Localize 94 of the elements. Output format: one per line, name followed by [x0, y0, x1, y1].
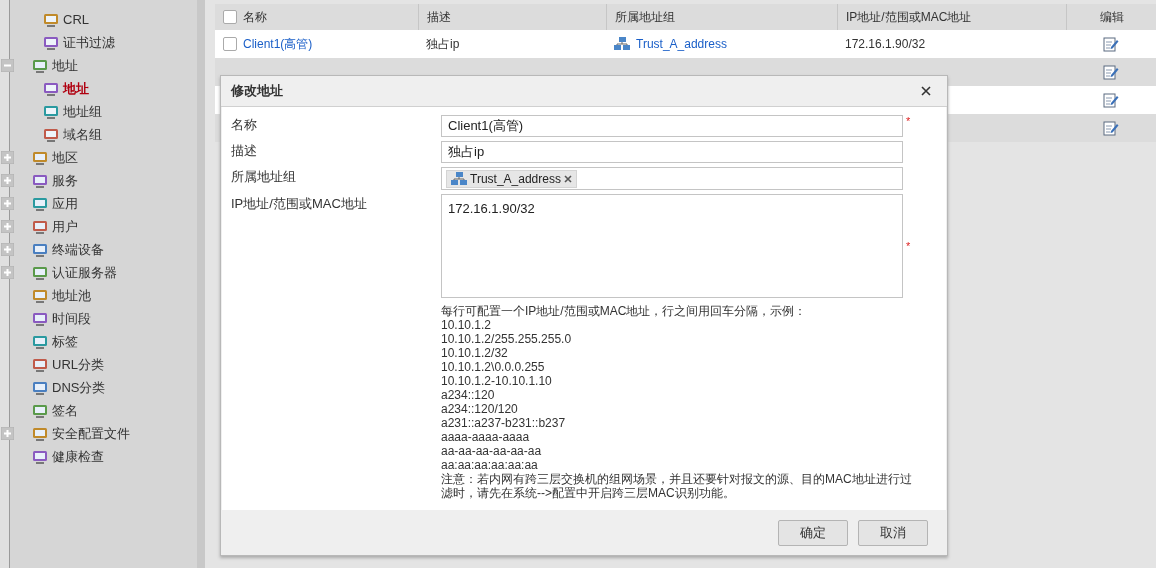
- input-field[interactable]: 172.16.1.90/32: [441, 194, 903, 298]
- node-icon: [32, 379, 48, 396]
- node-icon: [32, 448, 48, 465]
- help-line: 10.10.1.2/32: [441, 346, 509, 360]
- node-icon: [43, 34, 59, 51]
- expand-toggle[interactable]: [1, 151, 14, 164]
- required-marker: *: [906, 115, 911, 127]
- tree-item[interactable]: URL分类: [52, 355, 104, 374]
- tree-item[interactable]: 应用: [52, 194, 78, 213]
- tree-item[interactable]: 认证服务器: [52, 263, 117, 282]
- input-field[interactable]: 独占ip: [441, 141, 903, 163]
- node-icon: [32, 356, 48, 373]
- tree-item[interactable]: 地址池: [52, 286, 91, 305]
- node-icon: [32, 425, 48, 442]
- tree-item[interactable]: 域名组: [63, 125, 102, 144]
- help-line: aa:aa:aa:aa:aa:aa: [441, 458, 539, 472]
- tree-item[interactable]: 证书过滤: [63, 33, 115, 52]
- tag[interactable]: Trust_A_address: [446, 169, 577, 188]
- network-icon: [451, 171, 467, 186]
- table-cell: 独占ip: [426, 35, 460, 53]
- field-label: 所属地址组: [231, 168, 297, 186]
- help-line: 10.10.1.2\0.0.0.255: [441, 360, 546, 374]
- expand-toggle[interactable]: [1, 220, 14, 233]
- table-cell: 172.16.1.90/32: [845, 37, 926, 51]
- expand-toggle[interactable]: [1, 59, 14, 72]
- help-line: aaaa-aaaa-aaaa: [441, 430, 531, 444]
- close-icon[interactable]: [921, 86, 931, 96]
- name-link[interactable]: Client1(高管): [243, 35, 313, 53]
- help-line: a234::120/120: [441, 402, 519, 416]
- tree-item[interactable]: 标签: [52, 332, 78, 351]
- network-icon: [614, 37, 630, 51]
- tree-item[interactable]: DNS分类: [52, 378, 106, 397]
- node-icon: [32, 310, 48, 327]
- tag-field[interactable]: Trust_A_address: [441, 167, 903, 190]
- expand-toggle[interactable]: [1, 197, 14, 210]
- select-all-checkbox[interactable]: [223, 10, 237, 24]
- help-line: a234::120: [441, 388, 496, 402]
- node-icon: [43, 126, 59, 143]
- tree-item[interactable]: 地址: [63, 79, 89, 98]
- tree-item[interactable]: 健康检查: [52, 447, 104, 466]
- field-label: IP地址/范围或MAC地址: [231, 195, 368, 213]
- dialog-title: 修改地址: [231, 82, 283, 100]
- node-icon: [32, 172, 48, 189]
- tree-item[interactable]: 终端设备: [52, 240, 104, 259]
- edit-icon[interactable]: [1103, 120, 1119, 136]
- node-icon: [32, 333, 48, 350]
- tree-item[interactable]: 签名: [52, 401, 78, 420]
- help-line: 10.10.1.2: [441, 318, 493, 332]
- node-icon: [32, 149, 48, 166]
- node-icon: [43, 80, 59, 97]
- row-checkbox[interactable]: [223, 37, 237, 51]
- help-line: 10.10.1.2/255.255.255.0: [441, 332, 573, 346]
- edit-icon[interactable]: [1103, 36, 1119, 52]
- note-text: 注意：若内网有跨三层交换机的组网场景，并且还要针对报文的源、目的MAC地址进行过滤时，请先在系统-->配置中开启跨三层MAC识别功能。: [441, 472, 913, 500]
- node-icon: [32, 264, 48, 281]
- node-icon: [32, 218, 48, 235]
- tree-item[interactable]: 安全配置文件: [52, 424, 130, 443]
- field-label: 描述: [231, 142, 258, 160]
- node-icon: [32, 241, 48, 258]
- tree-item[interactable]: 服务: [52, 171, 78, 190]
- dialog-button[interactable]: 确定: [778, 519, 848, 546]
- node-icon: [32, 195, 48, 212]
- help-line: 10.10.1.2-10.10.1.10: [441, 374, 553, 388]
- help-line: a231::a237-b231::b237: [441, 416, 567, 430]
- column-header: 编辑: [1099, 8, 1124, 26]
- edit-icon[interactable]: [1103, 64, 1119, 80]
- expand-toggle[interactable]: [1, 174, 14, 187]
- node-icon: [43, 103, 59, 120]
- column-header: 描述: [427, 8, 451, 26]
- expand-toggle[interactable]: [1, 243, 14, 256]
- help-line: 每行可配置一个IP地址/范围或MAC地址，行之间用回车分隔，示例：: [441, 304, 808, 318]
- input-field[interactable]: Client1(高管): [441, 115, 903, 137]
- node-icon: [32, 57, 48, 74]
- tree-item[interactable]: CRL: [63, 12, 89, 27]
- expand-toggle[interactable]: [1, 266, 14, 279]
- dialog-button[interactable]: 取消: [858, 519, 928, 546]
- tree-item[interactable]: 时间段: [52, 309, 91, 328]
- field-label: 名称: [231, 116, 258, 134]
- help-line: aa-aa-aa-aa-aa-aa: [441, 444, 543, 458]
- tree-item[interactable]: 地址: [52, 56, 78, 75]
- expand-toggle[interactable]: [1, 427, 14, 440]
- column-header: 名称: [243, 8, 267, 26]
- tree-item[interactable]: 地区: [52, 148, 78, 167]
- group-link[interactable]: Trust_A_address: [636, 37, 727, 51]
- node-icon: [43, 11, 59, 28]
- node-icon: [32, 287, 48, 304]
- required-marker: *: [906, 240, 911, 252]
- tree-item[interactable]: 用户: [52, 217, 78, 236]
- tree-item[interactable]: 地址组: [63, 102, 102, 121]
- column-header: 所属地址组: [615, 8, 675, 26]
- edit-icon[interactable]: [1103, 92, 1119, 108]
- node-icon: [32, 402, 48, 419]
- remove-icon[interactable]: [563, 174, 572, 183]
- column-header: IP地址/范围或MAC地址: [846, 8, 972, 26]
